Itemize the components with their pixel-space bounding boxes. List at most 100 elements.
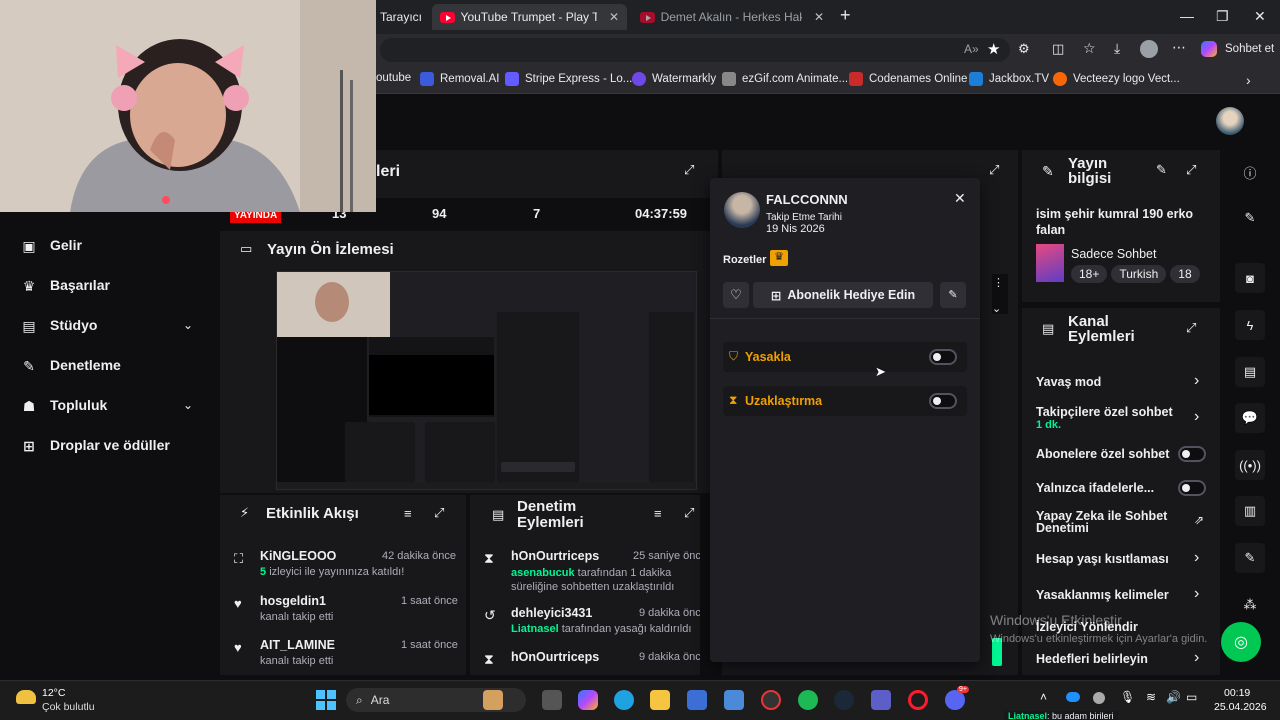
start-button[interactable] xyxy=(316,690,336,710)
more-icon[interactable]: ⋯ xyxy=(1172,39,1186,56)
volume-icon[interactable]: 🔊 xyxy=(1166,690,1181,704)
chevron-down-icon[interactable]: ⌄ xyxy=(183,398,193,412)
chat-icon[interactable]: 💬 xyxy=(1235,403,1265,433)
address-input[interactable] xyxy=(380,38,1010,62)
ai-moderation-item[interactable]: Yapay Zeka ile Sohbet Denetimi xyxy=(1036,510,1186,535)
chevron-down-icon[interactable]: ⌄ xyxy=(183,318,193,332)
popout-icon[interactable]: ⤢ xyxy=(434,505,444,521)
chevron-up-icon[interactable]: ˄ xyxy=(1040,690,1047,704)
download-icon[interactable]: ⤓ xyxy=(1114,40,1120,57)
popout-icon[interactable]: ⤢ xyxy=(684,162,694,178)
close-icon[interactable]: ✕ xyxy=(954,190,966,207)
timeout-row[interactable]: ⧗ Uzaklaştırma xyxy=(723,386,967,416)
mail-icon[interactable] xyxy=(724,690,744,710)
chevron-down-icon[interactable]: ⌄ xyxy=(992,302,1001,315)
broadcast-icon[interactable]: ((•)) xyxy=(1235,450,1265,480)
sidebar-item-topluluk[interactable]: ☗ Topluluk xyxy=(22,397,108,414)
banned-words-item[interactable]: Yasaklanmış kelimeler xyxy=(1036,588,1169,602)
clock-date[interactable]: 25.04.2026 xyxy=(1214,701,1267,713)
bookmark-jackbox[interactable]: Jackbox.TV xyxy=(969,72,1049,86)
popout-icon[interactable]: ⤢ xyxy=(989,162,999,178)
read-aloud-icon[interactable]: A» xyxy=(964,42,979,56)
tray-icon[interactable] xyxy=(1093,692,1105,704)
discord-icon[interactable] xyxy=(945,690,965,710)
maximize-button[interactable]: ❐ xyxy=(1216,8,1229,25)
edit-icon[interactable]: ✎ xyxy=(1235,203,1265,233)
goals-item[interactable]: Hedefleri belirleyin xyxy=(1036,652,1148,666)
chevron-right-icon[interactable]: › xyxy=(1194,549,1199,567)
app-icon[interactable] xyxy=(761,690,781,710)
gift-sub-button[interactable]: ⊞ Abonelik Hediye Edin xyxy=(753,282,933,308)
ban-toggle[interactable] xyxy=(929,349,957,365)
microphone-icon[interactable]: 🎙 xyxy=(1120,690,1135,704)
user-card-name[interactable]: FALCCONNN xyxy=(766,192,848,207)
minimize-button[interactable]: — xyxy=(1180,8,1194,24)
chevron-right-icon[interactable]: › xyxy=(1194,585,1199,603)
sidebar-item-gelir[interactable]: ▣ Gelir xyxy=(22,237,82,254)
ban-row[interactable]: ⛉ Yasakla xyxy=(723,342,967,372)
spotify-icon[interactable] xyxy=(798,690,818,710)
sidebar-item-basarilar[interactable]: ♛ Başarılar xyxy=(22,277,110,294)
store-icon[interactable] xyxy=(687,690,707,710)
tab-youtube-trumpet[interactable]: YouTube Trumpet - Play Trumpet v✕ xyxy=(432,4,627,30)
chevron-right-icon[interactable]: › xyxy=(1246,72,1251,88)
close-icon[interactable]: ✕ xyxy=(814,10,824,24)
popout-icon[interactable]: ⤢ xyxy=(1186,320,1196,336)
notes-icon[interactable]: ▤ xyxy=(1235,357,1265,387)
popout-icon[interactable]: ⤢ xyxy=(684,505,694,521)
chevron-right-icon[interactable]: › xyxy=(1194,408,1199,426)
mod-shield-button[interactable]: ✎ xyxy=(940,282,966,308)
new-tab-button[interactable]: + xyxy=(840,5,851,26)
emote-only-item[interactable]: Yalnızca ifadelerle... xyxy=(1036,481,1154,495)
wrench-icon[interactable]: ✎ xyxy=(1235,543,1265,573)
battery-icon[interactable]: ▭ xyxy=(1186,690,1197,704)
bookmark-removal[interactable]: Removal.AI xyxy=(420,72,499,86)
chevron-right-icon[interactable]: › xyxy=(1194,372,1199,390)
favorites-icon[interactable]: ☆ xyxy=(1083,40,1096,57)
teams-icon[interactable] xyxy=(871,690,891,710)
apps-icon[interactable]: ⁂ xyxy=(1235,590,1265,620)
taskview-icon[interactable] xyxy=(542,690,562,710)
taskbar-app-icon[interactable] xyxy=(483,690,503,710)
sidebar-item-droplar[interactable]: ⊞ Droplar ve ödüller xyxy=(22,437,170,454)
subs-only-toggle[interactable] xyxy=(1178,446,1206,462)
clip-icon[interactable]: ◙ xyxy=(1235,263,1265,293)
close-window-button[interactable]: ✕ xyxy=(1254,8,1266,25)
subs-only-item[interactable]: Abonelere özel sohbet xyxy=(1036,447,1169,461)
more-vertical-icon[interactable]: ⋮ xyxy=(993,276,1004,289)
emote-only-toggle[interactable] xyxy=(1178,480,1206,496)
account-age-item[interactable]: Hesap yaşı kısıtlaması xyxy=(1036,552,1169,566)
steam-icon[interactable] xyxy=(834,690,854,710)
bookmark-codenames[interactable]: Codenames Online xyxy=(849,72,967,86)
star-icon[interactable]: ★ xyxy=(987,40,1000,58)
chevron-right-icon[interactable]: › xyxy=(1194,649,1199,667)
split-icon[interactable]: ◫ xyxy=(1052,41,1064,57)
edge-icon[interactable] xyxy=(614,690,634,710)
layout-icon[interactable]: ▥ xyxy=(1235,496,1265,526)
filter-icon[interactable]: ≡ xyxy=(404,506,412,521)
info-icon[interactable]: ⓘ xyxy=(1235,157,1265,187)
clock-time[interactable]: 00:19 xyxy=(1224,687,1250,699)
sidebar-item-denetleme[interactable]: ✎ Denetleme xyxy=(22,357,121,374)
timeout-toggle[interactable] xyxy=(929,393,957,409)
bookmark-ezgif[interactable]: ezGif.com Animate... xyxy=(722,72,848,86)
wifi-icon[interactable]: ≋ xyxy=(1146,690,1156,704)
copilot-taskbar-icon[interactable] xyxy=(578,690,598,710)
external-link-icon[interactable]: ⇗ xyxy=(1194,513,1204,527)
lightning-icon[interactable]: ϟ xyxy=(1235,310,1265,340)
stream-preview[interactable] xyxy=(276,271,697,490)
profile-avatar[interactable] xyxy=(1140,40,1158,58)
opera-icon[interactable] xyxy=(908,690,928,710)
slow-mode-item[interactable]: Yavaş mod xyxy=(1036,375,1101,389)
category-name[interactable]: Sadece Sohbet xyxy=(1071,247,1157,261)
onedrive-icon[interactable] xyxy=(1066,692,1080,702)
bookmark-vecteezy[interactable]: Vecteezy logo Vect... xyxy=(1053,72,1180,86)
bookmark-watermarkly[interactable]: Watermarkly xyxy=(632,72,716,86)
close-icon[interactable]: ✕ xyxy=(609,10,619,24)
tab-demet-akalin[interactable]: Demet Akalın - Herkes Hak Ettiği G✕ xyxy=(632,4,832,30)
bookmark-stripe[interactable]: Stripe Express - Lo... xyxy=(505,72,632,86)
file-explorer-icon[interactable] xyxy=(650,690,670,710)
edit-icon[interactable]: ✎ xyxy=(1156,162,1167,178)
user-avatar[interactable] xyxy=(1216,107,1244,135)
weather-desc[interactable]: Çok bulutlu xyxy=(42,701,95,713)
